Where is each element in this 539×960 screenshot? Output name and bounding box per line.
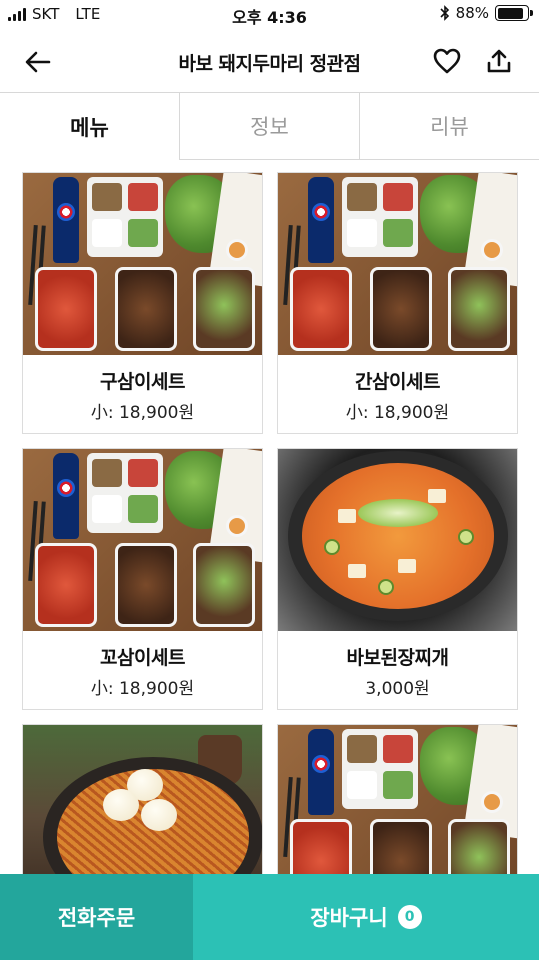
menu-item[interactable]: 꼬삼이세트 小: 18,900원 (22, 448, 263, 710)
menu-photo (23, 173, 262, 355)
menu-item-price: 小: 18,900원 (90, 403, 195, 423)
menu-item-name: 꼬삼이세트 (100, 647, 185, 669)
share-icon (487, 49, 511, 73)
tab-bar: 메뉴 정보 리뷰 (0, 92, 539, 160)
bluetooth-icon (440, 5, 449, 21)
menu-item-name: 바보된장찌개 (346, 647, 449, 669)
app-header: 바보 돼지두마리 정관점 (0, 30, 539, 92)
menu-grid: 구삼이세트 小: 18,900원 간삼이세트 小: 18,900원 꼬삼이세트 … (22, 172, 518, 960)
cart-button[interactable]: 장바구니 0 (193, 874, 539, 960)
battery-icon (495, 5, 533, 21)
status-bar: SKT LTE 오후 4:36 88% (0, 0, 539, 30)
cart-count-badge: 0 (397, 905, 422, 929)
phone-order-button[interactable]: 전화주문 (0, 874, 193, 960)
menu-item-name: 구삼이세트 (100, 371, 185, 393)
share-button[interactable] (481, 43, 517, 79)
tab-menu[interactable]: 메뉴 (0, 93, 179, 160)
menu-item-price: 小: 18,900원 (345, 403, 450, 423)
tab-reviews[interactable]: 리뷰 (359, 93, 539, 160)
menu-item[interactable]: 구삼이세트 小: 18,900원 (22, 172, 263, 434)
heart-icon (433, 48, 461, 74)
menu-photo (278, 173, 517, 355)
menu-photo (278, 449, 517, 631)
menu-item-price: 小: 18,900원 (90, 679, 195, 699)
tab-info[interactable]: 정보 (179, 93, 359, 160)
menu-item[interactable]: 간삼이세트 小: 18,900원 (277, 172, 518, 434)
bottom-action-bar: 전화주문 장바구니 0 (0, 874, 539, 960)
status-right: 88% (440, 4, 533, 22)
battery-percent: 88% (455, 4, 489, 22)
menu-item[interactable]: 바보된장찌개 3,000원 (277, 448, 518, 710)
menu-item-name: 간삼이세트 (355, 371, 440, 393)
favorite-button[interactable] (429, 43, 465, 79)
menu-photo (23, 449, 262, 631)
cart-label: 장바구니 (310, 906, 388, 930)
menu-item-price: 3,000원 (365, 679, 430, 699)
